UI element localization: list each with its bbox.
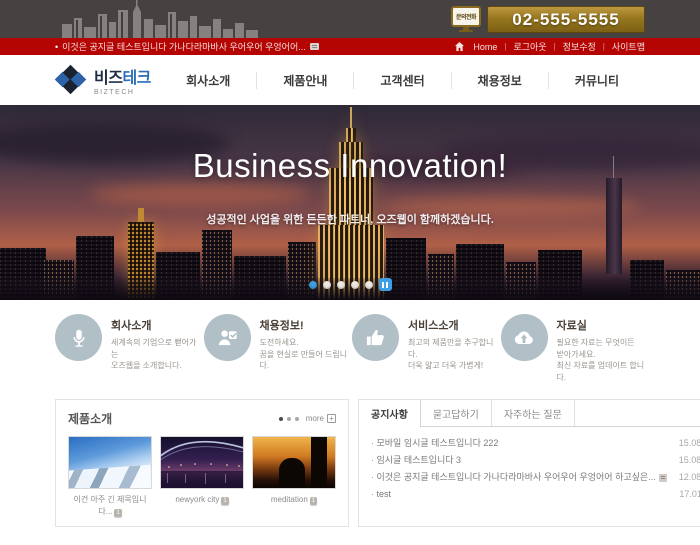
board-panel: 공지사항 묻고답하기 자주하는 질문 모바일 임시글 테스트입니다 222 15… (358, 399, 700, 528)
main-nav: 회사소개 제품안내 고객센터 채용정보 커뮤니티 (160, 55, 645, 105)
feature-recruit[interactable]: 채용정보! 도전하세요. 꿈을 현실로 만들어 드립니다. (203, 314, 349, 383)
nav-recruit[interactable]: 채용정보 (450, 71, 548, 89)
contact-phone: 문의전화 02-555-5555 (451, 6, 645, 33)
top-bar: 문의전화 02-555-5555 (0, 0, 700, 38)
thumbs-up-icon (352, 314, 399, 361)
carousel-dot-3[interactable] (336, 280, 345, 289)
feature-company[interactable]: 회사소개 세계속의 기업으로 뻗어가는 오즈웹을 소개합니다. (55, 314, 200, 383)
logo-subtitle: BIZTECH (94, 89, 135, 96)
utility-logout[interactable]: 로그아웃 (513, 40, 546, 53)
nav-customer[interactable]: 고객센터 (353, 71, 450, 89)
comment-count-badge: 1 (114, 509, 122, 518)
ticker-text[interactable]: 이것은 공지글 테스트입니다 가나다라마바사 우어우어 우엉어어... (62, 40, 306, 53)
utility-menu: Home | 로그아웃 | 정보수정 | 사이트맵 (455, 40, 645, 53)
product-caption[interactable]: 이건 아주 긴 제목입니다... 1 (68, 494, 152, 518)
board-tabs: 공지사항 묻고답하기 자주하는 질문 (359, 400, 700, 428)
hero-subtitle: 성공적인 사업을 위한 든든한 파트너, 오즈웹이 함께하겠습니다. (206, 214, 494, 226)
monitor-icon: 문의전화 (451, 6, 481, 32)
notice-ticker[interactable]: • 이것은 공지글 테스트입니다 가나다라마바사 우어우어 우엉어어... (55, 40, 319, 53)
products-dot-3[interactable] (294, 416, 299, 421)
products-more-button[interactable]: more (306, 414, 336, 424)
tab-notice[interactable]: 공지사항 (359, 400, 421, 428)
hero-banner: Business Innovation! 성공적인 사업을 위한 든든한 파트너… (0, 105, 700, 300)
products-panel: 제품소개 more 이건 아주 긴 제목입니다...1 (55, 399, 349, 528)
utility-sitemap[interactable]: 사이트맵 (612, 40, 645, 53)
carousel-pause-button[interactable] (378, 278, 392, 291)
home-icon (455, 42, 465, 51)
nav-company[interactable]: 회사소개 (160, 72, 256, 89)
plus-icon (327, 414, 336, 424)
city-skyline-image (62, 0, 258, 38)
comment-count-badge: 1 (309, 497, 318, 506)
ticker-bullet: • (55, 41, 59, 52)
product-item[interactable]: meditation 1 (252, 436, 336, 518)
post-row[interactable]: 모바일 임시글 테스트입니다 222 15.08.12 (371, 435, 700, 452)
carousel-dot-2[interactable] (322, 280, 331, 289)
products-dot-2[interactable] (286, 416, 291, 421)
product-caption[interactable]: meditation 1 (252, 494, 336, 506)
hero-title: Business Innovation! (192, 147, 508, 184)
logo[interactable]: 비즈테크 BIZTECH (54, 64, 151, 96)
post-row[interactable]: test 17.01.11 (371, 486, 700, 503)
carousel-dot-4[interactable] (350, 280, 359, 289)
utility-bar: • 이것은 공지글 테스트입니다 가나다라마바사 우어우어 우엉어어... Ho… (0, 38, 700, 55)
feature-links: 회사소개 세계속의 기업으로 뻗어가는 오즈웹을 소개합니다. 채용정보! 도전… (0, 300, 700, 394)
ticker-notice-icon (309, 43, 319, 50)
product-item[interactable]: newyork city 1 (160, 436, 244, 518)
phone-number: 02-555-5555 (487, 6, 645, 33)
utility-home[interactable]: Home (473, 42, 497, 52)
product-thumbnail-bridge[interactable] (160, 436, 244, 490)
post-row[interactable]: 이것은 공지글 테스트입니다 가나다라마바사 우어우어 우엉어어 하고싶은...… (371, 469, 700, 486)
tab-faq[interactable]: 자주하는 질문 (492, 400, 575, 427)
logo-diamonds-icon (54, 64, 87, 95)
person-check-icon (203, 314, 251, 361)
carousel-dot-1[interactable] (308, 280, 317, 289)
post-row[interactable]: 임시글 테스트입니다 3 15.08.12 (371, 452, 700, 469)
post-attachment-icon (658, 473, 667, 482)
logo-name: 비즈테크 (94, 70, 151, 87)
comment-count-badge: 1 (221, 497, 229, 506)
products-dot-1[interactable] (278, 416, 283, 421)
nav-community[interactable]: 커뮤니티 (547, 71, 645, 89)
product-item[interactable]: 이건 아주 긴 제목입니다... 1 (68, 436, 152, 518)
utility-edit-info[interactable]: 정보수정 (563, 40, 596, 53)
phone-label: 문의전화 (453, 8, 479, 25)
products-title: 제품소개 (68, 412, 113, 427)
carousel-controls (0, 278, 700, 291)
cloud-upload-icon (500, 314, 548, 361)
feature-archive[interactable]: 자료실 필요한 자료는 무엇이든 받아가세요. 최신 자료를 업데이트 합니다. (500, 314, 646, 383)
feature-service[interactable]: 서비스소개 최고의 제품만을 추구합니다. 더욱 얇고 더욱 가볍게! (352, 314, 497, 383)
product-thumbnail-mountains[interactable] (68, 436, 152, 490)
nav-products[interactable]: 제품안내 (256, 71, 353, 89)
product-caption[interactable]: newyork city 1 (160, 494, 244, 506)
content-row: 제품소개 more 이건 아주 긴 제목입니다...1 (0, 393, 700, 538)
carousel-dot-5[interactable] (364, 280, 373, 289)
site-header: 비즈테크 BIZTECH 회사소개 제품안내 고객센터 채용정보 커뮤니티 (0, 55, 700, 105)
microphone-icon (55, 314, 102, 361)
tab-qna[interactable]: 묻고답하기 (421, 400, 492, 427)
product-thumbnail-sunset[interactable] (252, 436, 336, 490)
